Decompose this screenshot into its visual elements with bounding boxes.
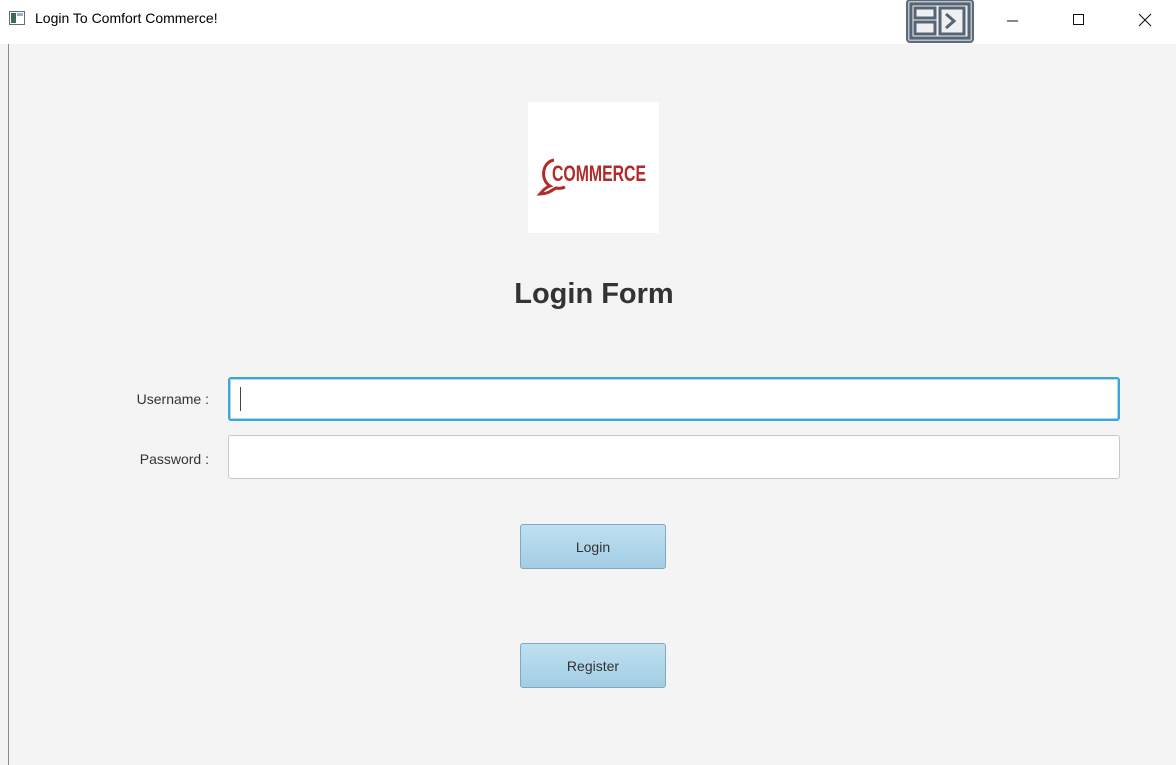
commerce-logo: COMMERCE [528, 102, 659, 233]
close-button[interactable] [1122, 0, 1168, 40]
text-caret [240, 387, 241, 411]
register-button[interactable]: Register [520, 643, 666, 688]
app-window-icon [9, 11, 25, 25]
username-input[interactable] [228, 377, 1120, 421]
title-bar[interactable]: Login To Comfort Commerce! [0, 0, 1176, 44]
snap-layout-icon[interactable] [906, 0, 974, 44]
maximize-icon [1073, 14, 1084, 25]
password-label: Password : [139, 451, 209, 467]
window-title: Login To Comfort Commerce! [35, 10, 218, 26]
login-window: Login To Comfort Commerce! COMMERCE Logi… [0, 0, 1176, 765]
username-label: Username : [136, 391, 209, 407]
login-button[interactable]: Login [520, 524, 666, 569]
form-title: Login Form [514, 278, 674, 310]
password-input[interactable] [228, 435, 1120, 479]
svg-text:COMMERCE: COMMERCE [552, 161, 646, 186]
maximize-button[interactable] [1056, 0, 1102, 40]
minimize-icon [1007, 20, 1018, 22]
minimize-button[interactable] [990, 0, 1036, 40]
close-icon [1138, 13, 1152, 27]
